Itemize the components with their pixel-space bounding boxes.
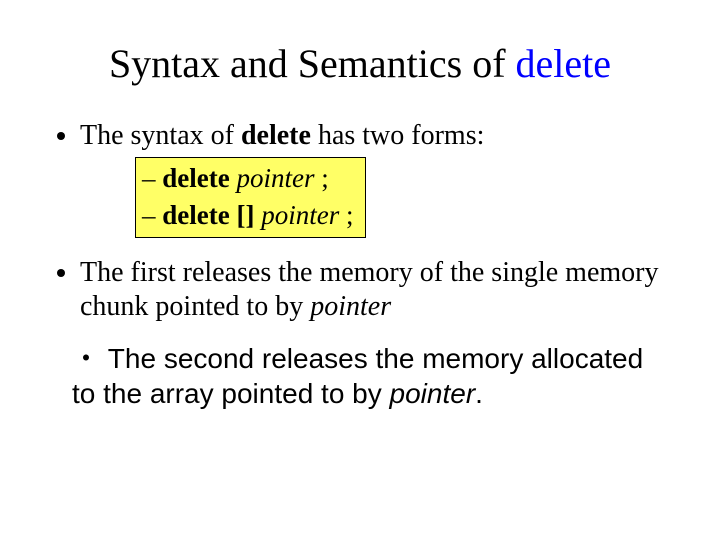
bullet-3: ・ The second releases the memory allocat…	[72, 342, 670, 410]
row1-var: pointer	[236, 163, 314, 193]
slide-title: Syntax and Semantics of delete	[50, 40, 670, 87]
bullet1-lead: The syntax of	[80, 120, 241, 151]
bullet1-tail: has two forms:	[311, 120, 484, 151]
dash-icon: –	[142, 163, 162, 193]
syntax-row-1: – delete pointer ;	[142, 160, 353, 196]
row1-end: ;	[314, 163, 328, 193]
bullet1-keyword: delete	[241, 120, 311, 151]
bullet-1: The syntax of delete has two forms: – de…	[80, 119, 670, 238]
row2-end: ;	[339, 200, 353, 230]
bullet3-text: The second releases the memory allocated…	[72, 343, 643, 408]
row1-keyword: delete	[162, 163, 229, 193]
row2-var: pointer	[261, 200, 339, 230]
bullet-2: The first releases the memory of the sin…	[80, 256, 670, 324]
syntax-row-2: – delete [] pointer ;	[142, 197, 353, 233]
syntax-highlight-box: – delete pointer ; – delete [] pointer ;	[135, 157, 366, 238]
title-prefix: Syntax and Semantics of	[109, 41, 516, 86]
bullet3-dot-icon: ・	[72, 343, 100, 374]
bullet3-end: .	[475, 378, 483, 409]
row2-keyword: delete []	[162, 200, 254, 230]
bullet2-var: pointer	[310, 291, 391, 322]
bullet-list: The syntax of delete has two forms: – de…	[50, 119, 670, 411]
bullet3-var: pointer	[390, 378, 476, 409]
slide: Syntax and Semantics of delete The synta…	[0, 0, 720, 540]
title-keyword: delete	[516, 41, 612, 86]
dash-icon: –	[142, 200, 162, 230]
